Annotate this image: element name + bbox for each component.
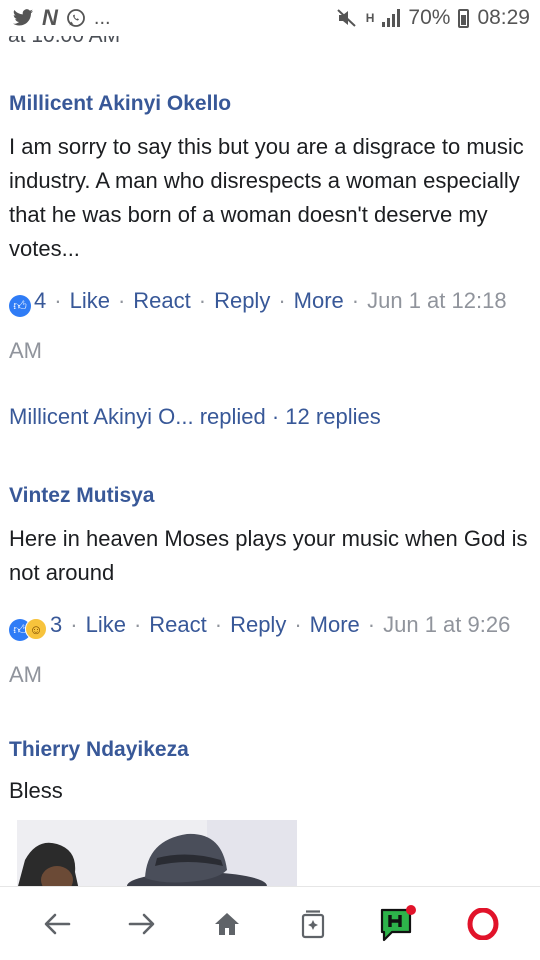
like-button[interactable]: Like: [70, 288, 110, 313]
data-icon: H: [365, 11, 375, 25]
reply-button[interactable]: Reply: [230, 612, 286, 637]
more-button[interactable]: More: [310, 612, 360, 637]
comment-author[interactable]: Millicent Akinyi Okello: [9, 92, 529, 116]
battery-icon: [458, 8, 470, 28]
n-app-icon: N: [42, 5, 58, 30]
reply-button[interactable]: Reply: [214, 288, 270, 313]
comment-photo[interactable]: [17, 820, 297, 886]
haha-reaction-icon[interactable]: ☺: [25, 618, 47, 640]
twitter-icon: [12, 9, 34, 26]
notification-icons: N ...: [12, 7, 111, 29]
forward-button[interactable]: [112, 894, 172, 954]
photo-image: [17, 820, 297, 886]
reaction-count[interactable]: 4: [34, 288, 46, 313]
status-bar: N ... H 70% 08:29: [0, 0, 540, 36]
opera-menu-button[interactable]: [453, 894, 513, 954]
battery-percent: 70%: [408, 6, 451, 29]
tabs-icon: [301, 909, 324, 938]
like-reaction-icon[interactable]: 👍︎: [9, 295, 31, 317]
comment-text: I am sorry to say this but you are a dis…: [9, 134, 524, 261]
opera-icon: [467, 907, 499, 940]
like-button[interactable]: Like: [86, 612, 126, 637]
comment: Thierry Ndayikeza Bless: [9, 738, 529, 808]
comment: Vintez Mutisya Here in heaven Moses play…: [9, 484, 529, 700]
browser-bottom-nav: [0, 886, 540, 960]
signal-icon: [382, 9, 401, 27]
tabs-button[interactable]: [283, 894, 343, 954]
react-button[interactable]: React: [149, 612, 206, 637]
comment-author[interactable]: Vintez Mutisya: [9, 484, 529, 508]
comment-text: Bless: [9, 778, 63, 803]
mute-icon: [337, 9, 356, 27]
react-button[interactable]: React: [133, 288, 190, 313]
more-button[interactable]: More: [294, 288, 344, 313]
system-icons: H 70% 08:29: [336, 6, 530, 30]
more-notifications-icon: ...: [93, 7, 111, 29]
view-replies-link[interactable]: Millicent Akinyi O... replied · 12 repli…: [9, 404, 529, 430]
comment-actions: 👍︎ ☺ 3 · Like · React · Reply · More · Jun 1 at 9:26…: [9, 612, 511, 687]
comment: Millicent Akinyi Okello I am sorry to sa…: [9, 92, 529, 430]
comment-text: Here in heaven Moses plays your music wh…: [9, 526, 528, 585]
hype-icon: [380, 904, 416, 941]
reaction-count[interactable]: 3: [50, 612, 62, 637]
comment-author[interactable]: Thierry Ndayikeza: [9, 738, 529, 762]
whatsapp-icon: [66, 9, 85, 27]
comment-actions: 👍︎ 4 · Like · React · Reply · More · Jun 1 at 12:18…: [9, 288, 507, 363]
home-button[interactable]: [197, 894, 257, 954]
forward-arrow-icon: [128, 913, 155, 934]
back-arrow-icon: [44, 913, 70, 934]
home-icon: [215, 912, 240, 935]
clock: 08:29: [477, 6, 530, 29]
back-button[interactable]: [27, 894, 87, 954]
comments-feed[interactable]: at 10:00 AM Millicent Akinyi Okello I am…: [0, 0, 540, 886]
hype-button[interactable]: [368, 894, 428, 954]
